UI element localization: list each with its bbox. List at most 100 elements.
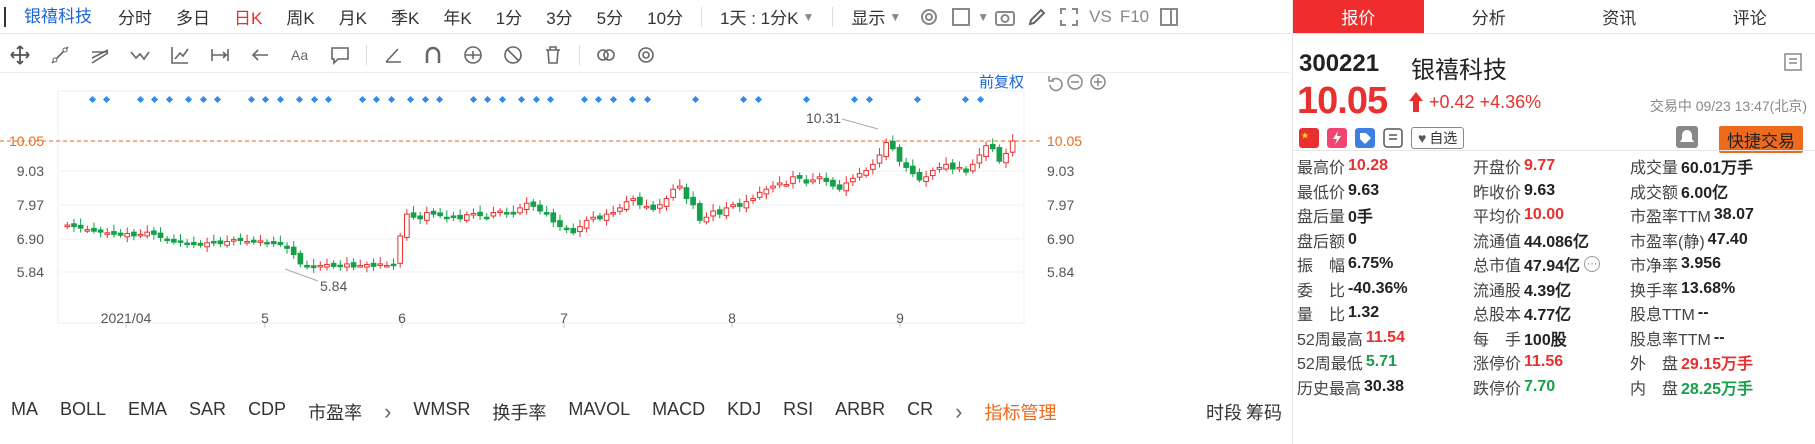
range-tool-icon[interactable] [209,44,231,66]
zoom-in-icon[interactable] [1090,74,1106,90]
display-select[interactable]: 显示 ▼ [839,4,913,29]
event-marker[interactable] [387,95,396,104]
line-tool-icon[interactable] [49,44,71,66]
color-square-icon[interactable] [950,6,972,28]
indicator-item-6[interactable]: › [373,399,402,425]
event-marker[interactable] [406,95,415,104]
event-marker[interactable] [184,95,193,104]
period-7[interactable]: 1分 [484,4,534,29]
period-5[interactable]: 季K [379,4,431,29]
event-marker[interactable] [913,95,922,104]
event-marker[interactable] [691,95,700,104]
f10-button[interactable]: F10 [1116,7,1153,27]
indicator-item-8[interactable]: 换手率 [481,399,557,425]
event-marker[interactable] [739,95,748,104]
fibonacci-tool-icon[interactable] [169,44,191,66]
event-marker[interactable] [213,95,222,104]
link-tool-icon[interactable] [595,44,617,66]
more-icon[interactable]: ⋯ [1584,256,1601,273]
event-marker[interactable] [609,95,618,104]
session-button[interactable]: 时段 [1202,399,1246,425]
indicator-item-7[interactable]: WMSR [402,399,481,425]
kline-svg[interactable]: 前复权 10.05 10.059.03 9.037.97 7.976.90 6.905.… [0,73,1290,391]
event-marker[interactable] [754,95,763,104]
interval-select[interactable]: 1天 : 1分K ▼ [708,4,826,29]
gear-icon[interactable] [918,6,940,28]
indicator-item-0[interactable]: MA [0,399,49,425]
indicator-item-4[interactable]: CDP [237,399,297,425]
move-cross-icon[interactable] [9,44,31,66]
indicator-item-12[interactable]: RSI [772,399,824,425]
tab-quote[interactable]: 报价 [1293,0,1424,33]
period-10[interactable]: 10分 [635,4,695,29]
angle-tool-icon[interactable] [382,44,404,66]
indicator-item-3[interactable]: SAR [178,399,237,425]
add-watchlist-button[interactable]: ♥ 自选 [1411,127,1465,149]
panel-layout-icon[interactable] [1783,52,1803,72]
indicator-manage-button[interactable]: 指标管理 [973,399,1067,425]
indicator-item-5[interactable]: 市盈率 [297,399,373,425]
period-2[interactable]: 日K [222,4,274,29]
chevron-down-icon[interactable]: ▼ [977,10,989,24]
event-marker[interactable] [165,95,174,104]
arrow-left-icon[interactable] [249,44,271,66]
period-9[interactable]: 5分 [585,4,635,29]
kline-chart[interactable]: 前复权 10.05 10.05 9.03 9.03 7.97 7.97 6.90 6.90 5.… [0,73,1290,391]
event-marker[interactable] [310,95,319,104]
period-8[interactable]: 3分 [534,4,584,29]
indicator-item-9[interactable]: MAVOL [557,399,641,425]
event-marker[interactable] [594,95,603,104]
eye-tool-icon[interactable] [462,44,484,66]
event-marker[interactable] [150,95,159,104]
event-marker[interactable] [435,95,444,104]
magnet-icon[interactable] [422,44,444,66]
fullscreen-icon[interactable] [1058,6,1080,28]
event-marker[interactable] [532,95,541,104]
tab-analysis[interactable]: 分析 [1424,0,1555,33]
side-panel-icon[interactable] [1158,6,1180,28]
indicator-item-2[interactable]: EMA [117,399,178,425]
fast-trade-button[interactable]: 快捷交易 [1719,126,1803,153]
event-marker[interactable] [865,95,874,104]
tab-comments[interactable]: 评论 [1685,0,1815,33]
hide-tool-icon[interactable] [502,44,524,66]
event-marker[interactable] [483,95,492,104]
comment-tool-icon[interactable] [329,44,351,66]
event-marker[interactable] [136,95,145,104]
camera-icon[interactable] [994,6,1016,28]
pencil-icon[interactable] [1026,6,1048,28]
vs-button[interactable]: VS [1085,7,1116,27]
wave-tool-icon[interactable] [129,44,151,66]
tab-news[interactable]: 资讯 [1554,0,1685,33]
period-6[interactable]: 年K [431,4,483,29]
indicator-item-1[interactable]: BOLL [49,399,117,425]
indicator-item-11[interactable]: KDJ [716,399,772,425]
event-marker[interactable] [199,95,208,104]
period-4[interactable]: 月K [327,4,379,29]
event-marker[interactable] [850,95,859,104]
event-marker[interactable] [295,95,304,104]
trash-icon[interactable] [542,44,564,66]
period-0[interactable]: 分时 [106,4,164,29]
settings-icon[interactable] [635,44,657,66]
event-marker[interactable] [276,95,285,104]
event-marker[interactable] [102,95,111,104]
document-icon[interactable] [1383,128,1403,148]
event-marker[interactable] [498,95,507,104]
event-marker[interactable] [517,95,526,104]
event-marker[interactable] [358,95,367,104]
event-marker[interactable] [580,95,589,104]
event-marker[interactable] [628,95,637,104]
event-marker[interactable] [802,95,811,104]
event-marker[interactable] [261,95,270,104]
indicator-item-10[interactable]: MACD [641,399,716,425]
event-marker[interactable] [469,95,478,104]
restore-toggle[interactable]: 前复权 [979,73,1024,91]
text-tool-icon[interactable]: Aa [289,44,311,66]
event-marker[interactable] [546,95,555,104]
channel-tool-icon[interactable] [89,44,111,66]
event-marker[interactable] [643,95,652,104]
stock-tab[interactable]: 银禧科技 [4,6,106,27]
chips-button[interactable]: 筹码 [1246,399,1290,425]
rotate-left-icon[interactable] [1048,76,1063,92]
